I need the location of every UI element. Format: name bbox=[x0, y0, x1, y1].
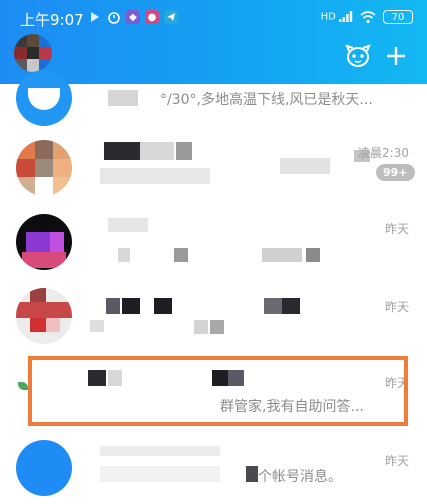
header-bar: 上午9:07 ◆ ● HD 70 bbox=[0, 0, 427, 84]
avatar bbox=[16, 140, 72, 196]
blurred-name bbox=[88, 370, 106, 386]
list-item[interactable]: 昨天 bbox=[0, 284, 427, 356]
avatar bbox=[16, 288, 72, 344]
blurred-name bbox=[106, 298, 120, 314]
blurred-name bbox=[176, 142, 192, 160]
blurred-preview bbox=[100, 168, 210, 184]
blurred-preview bbox=[100, 466, 220, 482]
blurred-preview bbox=[262, 248, 302, 262]
blurred-preview bbox=[306, 248, 320, 262]
list-item[interactable]: 昨天 bbox=[0, 208, 427, 280]
blurred-name bbox=[282, 298, 300, 314]
blurred-name bbox=[100, 446, 220, 456]
telegram-icon bbox=[164, 10, 178, 24]
message-time: 凌晨2:30 bbox=[358, 146, 409, 160]
blurred-preview bbox=[90, 320, 104, 332]
blurred-name bbox=[140, 142, 174, 160]
signal-icon: HD bbox=[321, 11, 353, 23]
add-button[interactable] bbox=[382, 42, 410, 70]
app-icon: ◆ bbox=[126, 10, 140, 24]
pet-face-icon bbox=[345, 44, 371, 67]
avatar bbox=[16, 70, 72, 126]
message-time: 昨天 bbox=[384, 300, 409, 314]
blurred-preview bbox=[246, 466, 258, 482]
list-item[interactable]: 凌晨2:30 99+ bbox=[0, 136, 427, 208]
list-item[interactable]: 群管家,我有自助问答... 昨天 bbox=[0, 356, 427, 428]
blurred-preview bbox=[280, 158, 330, 174]
notification-icon bbox=[88, 10, 102, 24]
battery-indicator: 70 bbox=[383, 10, 413, 24]
pet-button[interactable] bbox=[344, 42, 372, 70]
blurred-name bbox=[108, 218, 148, 232]
list-item[interactable]: 个帐号消息。 昨天 bbox=[0, 432, 427, 504]
list-item[interactable]: °/30°,多地高温下线,风已是秋天... bbox=[0, 70, 427, 128]
avatar bbox=[16, 440, 72, 496]
alarm-icon bbox=[107, 10, 121, 24]
wifi-icon bbox=[360, 11, 376, 24]
status-right: HD 70 bbox=[321, 10, 413, 24]
blurred-preview bbox=[210, 320, 224, 334]
avatar bbox=[16, 214, 72, 270]
message-preview: 个帐号消息。 bbox=[258, 469, 342, 485]
message-time: 昨天 bbox=[384, 222, 409, 236]
blurred-name bbox=[212, 370, 228, 386]
avatar[interactable] bbox=[14, 34, 52, 72]
blurred-name bbox=[108, 90, 138, 106]
unread-badge: 99+ bbox=[376, 164, 415, 181]
status-app-icons: ◆ ● bbox=[88, 10, 178, 24]
blurred-preview bbox=[174, 248, 188, 262]
leaf-icon bbox=[18, 382, 28, 390]
message-time: 昨天 bbox=[384, 454, 409, 468]
blurred-name bbox=[108, 370, 122, 386]
blurred-name bbox=[122, 298, 140, 314]
blurred-name bbox=[264, 298, 282, 314]
status-time: 上午9:07 bbox=[20, 11, 84, 29]
blurred-preview bbox=[118, 248, 130, 262]
blurred-name bbox=[104, 142, 140, 160]
status-bar: 上午9:07 ◆ ● HD 70 bbox=[0, 0, 427, 34]
message-time: 昨天 bbox=[384, 376, 409, 390]
blurred-name bbox=[154, 298, 172, 314]
network-label: HD bbox=[320, 11, 336, 23]
message-preview: 群管家,我有自助问答... bbox=[220, 399, 364, 415]
blurred-name bbox=[228, 370, 244, 386]
blurred-preview bbox=[194, 320, 208, 334]
message-preview: °/30°,多地高温下线,风已是秋天... bbox=[160, 92, 373, 108]
plus-icon bbox=[387, 47, 405, 65]
app-icon: ● bbox=[145, 10, 159, 24]
